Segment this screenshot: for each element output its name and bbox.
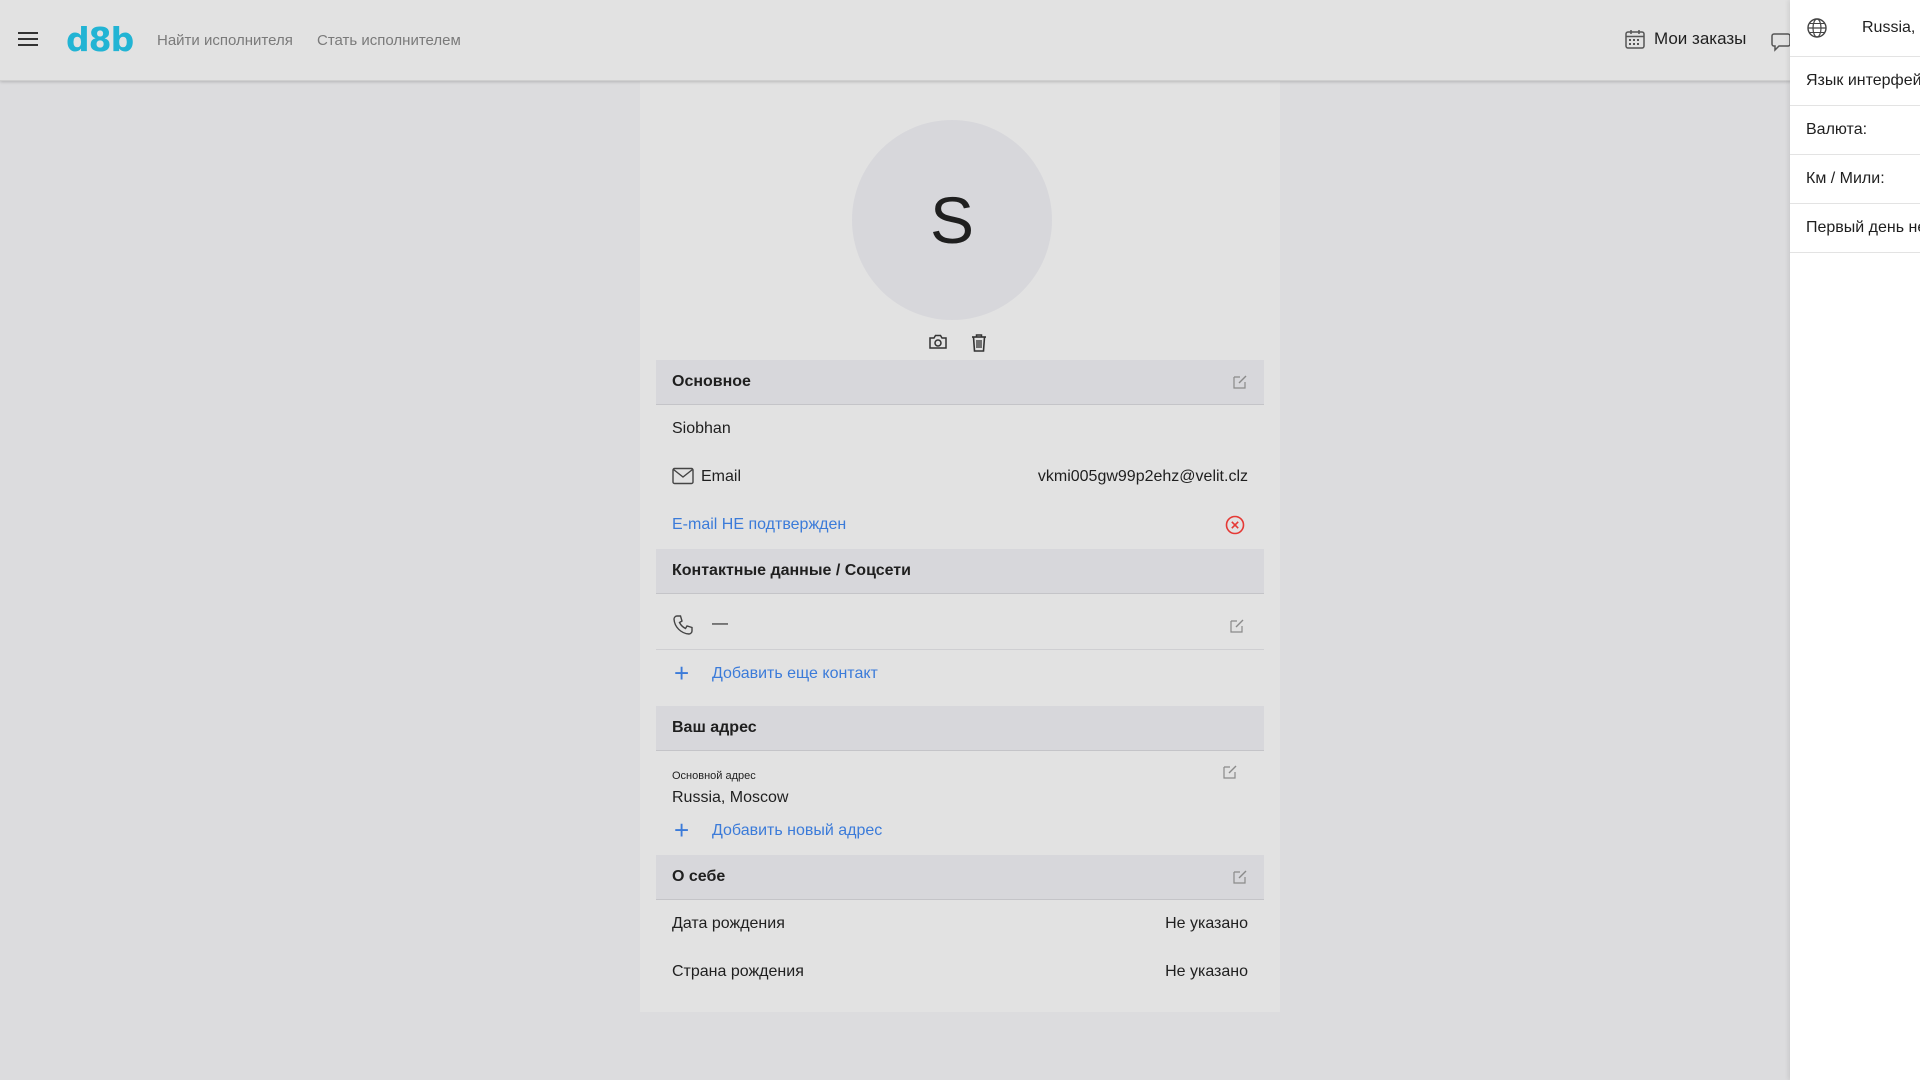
- section-about-header: О себе: [656, 855, 1264, 900]
- birth-country-value: Не указано: [1165, 963, 1248, 980]
- phone-icon: [673, 615, 693, 635]
- edit-phone-icon[interactable]: [1229, 618, 1245, 634]
- section-address-title: Ваш адрес: [672, 719, 757, 736]
- email-not-confirmed-link[interactable]: E-mail НЕ подтвержден: [672, 516, 846, 534]
- error-circle-icon: [1225, 515, 1245, 535]
- globe-icon: [1807, 18, 1827, 38]
- main-address-value: Russia, Moscow: [672, 789, 789, 806]
- section-contacts-header: Контактные данные / Соцсети: [656, 549, 1264, 594]
- section-basic-header: Основное: [656, 360, 1264, 405]
- hamburger-menu-icon[interactable]: [16, 28, 40, 52]
- setting-first-day-of-week[interactable]: Первый день недели: [1790, 204, 1920, 253]
- edit-basic-icon[interactable]: [1232, 374, 1248, 390]
- my-orders-button[interactable]: Мои заказы: [1624, 28, 1746, 50]
- my-orders-label: Мои заказы: [1654, 29, 1747, 48]
- region-selector[interactable]: Russia, R: [1862, 19, 1920, 37]
- avatar-letter: S: [929, 183, 975, 257]
- logo[interactable]: d8b: [66, 20, 134, 59]
- chat-icon[interactable]: [1770, 30, 1792, 52]
- avatar: S: [852, 120, 1052, 320]
- contacts-divider: [656, 649, 1264, 650]
- phone-value: —: [712, 615, 728, 632]
- camera-icon[interactable]: [928, 333, 948, 353]
- mail-icon: [672, 467, 694, 485]
- setting-interface-language[interactable]: Язык интерфейса: [1790, 57, 1920, 106]
- add-address-plus-icon[interactable]: +: [674, 817, 689, 843]
- add-address-link[interactable]: Добавить новый адрес: [712, 822, 882, 840]
- section-address-header: Ваш адрес: [656, 706, 1264, 751]
- section-contacts-title: Контактные данные / Соцсети: [672, 562, 911, 579]
- nav-find-performer[interactable]: Найти исполнителя: [157, 32, 293, 49]
- calendar-icon: [1625, 30, 1645, 49]
- edit-about-icon[interactable]: [1232, 869, 1248, 885]
- email-value: vkmi005gw99p2ehz@velit.clz: [1037, 468, 1248, 485]
- avatar-tools: [928, 333, 988, 353]
- edit-address-icon[interactable]: [1222, 764, 1238, 780]
- nav-become-performer[interactable]: Стать исполнителем: [317, 32, 461, 49]
- section-about-title: О себе: [672, 868, 726, 885]
- user-name: Siobhan: [672, 420, 731, 437]
- add-contact-plus-icon[interactable]: +: [674, 660, 689, 686]
- setting-currency[interactable]: Валюта:: [1790, 106, 1920, 155]
- section-basic-title: Основное: [672, 373, 751, 390]
- add-contact-link[interactable]: Добавить еще контакт: [712, 665, 878, 683]
- email-label: Email: [701, 468, 742, 485]
- settings-panel: Russia, R Язык интерфейса Валюта: Км / М…: [1790, 0, 1920, 1080]
- birth-date-label: Дата рождения: [672, 915, 785, 932]
- main-address-label: Основной адрес: [672, 770, 756, 782]
- birth-country-label: Страна рождения: [672, 963, 804, 980]
- setting-km-miles[interactable]: Км / Мили:: [1790, 155, 1920, 204]
- region-row[interactable]: Russia, R: [1790, 0, 1920, 57]
- top-bar: d8b Найти исполнителя Стать исполнителем…: [0, 0, 1920, 81]
- birth-date-value: Не указано: [1165, 915, 1248, 932]
- trash-icon[interactable]: [970, 333, 988, 353]
